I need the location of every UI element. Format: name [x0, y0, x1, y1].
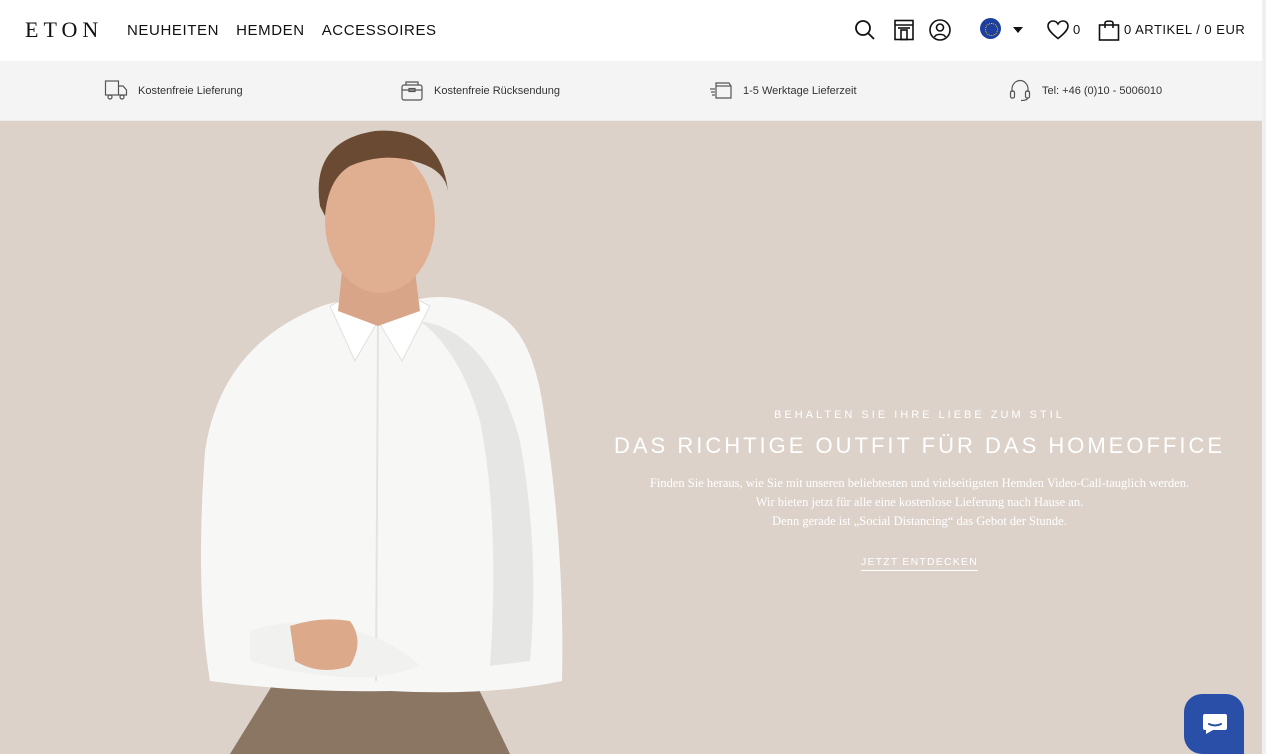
usp-item-delivery-time: 1-5 Werktage Lieferzeit [709, 79, 857, 103]
usp-item-free-returns: Kostenfreie Rücksendung [400, 79, 560, 103]
cart-summary[interactable]: 0 ARTIKEL / 0 EUR [1124, 22, 1245, 37]
usp-label: Kostenfreie Rücksendung [434, 85, 560, 97]
return-box-icon [400, 78, 424, 105]
hero-body-line: Finden Sie heraus, wie Sie mit unseren b… [649, 476, 1190, 490]
hero-cta-wrap: JETZT ENTDECKEN [612, 552, 1227, 571]
store-icon[interactable] [892, 18, 916, 42]
headset-icon [1008, 78, 1032, 105]
eton-logo[interactable]: ETON [25, 17, 103, 43]
usp-label: Kostenfreie Lieferung [138, 85, 243, 97]
hero-body-line: Wir bieten jetzt für alle eine kostenlos… [755, 495, 1084, 509]
nav-item-hemden[interactable]: HEMDEN [236, 22, 305, 39]
eu-flag-icon[interactable] [980, 18, 1001, 39]
truck-icon [104, 78, 128, 105]
page-scrollbar[interactable] [1262, 0, 1266, 754]
chevron-down-icon[interactable] [1013, 27, 1023, 33]
hero-kicker: BEHALTEN SIE IHRE LIEBE ZUM STIL [774, 409, 1065, 421]
usp-label: 1-5 Werktage Lieferzeit [743, 85, 857, 97]
hero-body: Finden Sie heraus, wie Sie mit unseren b… [612, 474, 1227, 531]
shopping-bag-icon[interactable] [1097, 18, 1121, 42]
nav-item-accessoires[interactable]: ACCESSOIRES [322, 22, 437, 39]
nav-item-neuheiten[interactable]: NEUHEITEN [127, 22, 219, 39]
usp-item-free-delivery: Kostenfreie Lieferung [104, 79, 243, 103]
usp-item-phone: Tel: +46 (0)10 - 5006010 [1008, 79, 1162, 103]
heart-icon[interactable] [1046, 18, 1070, 42]
usp-label: Tel: +46 (0)10 - 5006010 [1042, 85, 1163, 97]
hero-model-image [201, 130, 563, 754]
site-header: ETON NEUHEITEN HEMDEN ACCESSOIRES 0 0 AR… [0, 0, 1266, 61]
main-nav: NEUHEITEN HEMDEN ACCESSOIRES [127, 22, 437, 39]
hero-body-line: Denn gerade ist „Social Distancing“ das … [772, 514, 1067, 528]
wishlist-count: 0 [1073, 22, 1081, 37]
account-icon[interactable] [928, 18, 952, 42]
search-icon[interactable] [853, 18, 877, 42]
discover-now-link[interactable]: JETZT ENTDECKEN [861, 556, 978, 571]
chat-bubble-icon [1203, 714, 1227, 734]
usp-bar: Kostenfreie Lieferung Kostenfreie Rückse… [0, 61, 1266, 121]
fast-delivery-icon [709, 78, 733, 105]
hero-title: DAS RICHTIGE OUTFIT FÜR DAS HOMEOFFICE [613, 433, 1226, 458]
hero-banner[interactable]: BEHALTEN SIE IHRE LIEBE ZUM STIL DAS RIC… [0, 121, 1266, 754]
chat-button[interactable] [1184, 694, 1244, 754]
